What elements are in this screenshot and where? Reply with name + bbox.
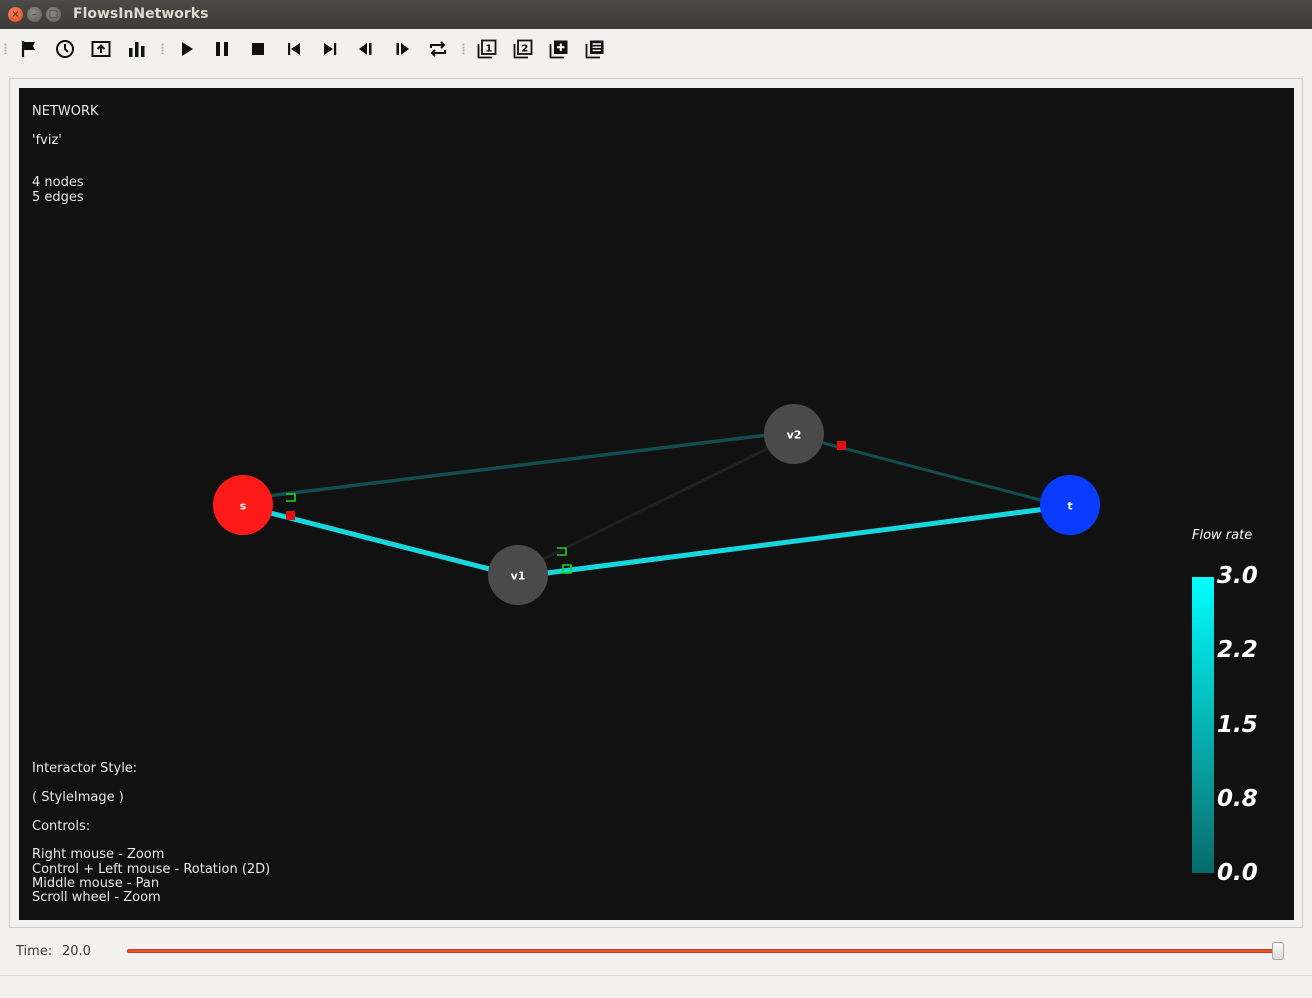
- legend-tick: 0.8: [1217, 786, 1258, 812]
- controls-label: Controls:: [32, 819, 91, 834]
- node-s-label: s: [239, 499, 247, 513]
- window-2-button[interactable]: 2: [511, 37, 535, 61]
- svg-text:2: 2: [521, 44, 528, 55]
- bar-chart-icon: [129, 42, 145, 57]
- step-forward-icon: [396, 43, 409, 55]
- add-window-icon: [549, 40, 568, 59]
- time-value: 20.0: [62, 944, 91, 959]
- node-v1-label: v1: [510, 569, 526, 583]
- play-icon: [182, 42, 193, 56]
- window-1-button[interactable]: 1: [475, 37, 499, 61]
- statistics-button[interactable]: [125, 37, 149, 61]
- legend-tick: 1.5: [1217, 712, 1258, 738]
- skip-to-start-icon: [288, 43, 300, 55]
- legend-tick: 2.2: [1217, 637, 1258, 663]
- skip-to-start-button[interactable]: [282, 37, 306, 61]
- window-2-icon: 2: [513, 39, 533, 59]
- edge-s-v1: [242, 503, 510, 577]
- play-button[interactable]: [175, 37, 199, 61]
- step-backward-icon: [359, 43, 372, 55]
- window-1-icon: 1: [477, 39, 497, 59]
- controls-item: Scroll wheel - Zoom: [32, 890, 161, 905]
- windows-list-button[interactable]: [583, 37, 607, 61]
- status-bar: [0, 975, 1312, 998]
- legend-title: Flow rate: [1192, 528, 1253, 543]
- network-viewport[interactable]: NETWORK 'fviz' 4 nodes 5 edges s v1 v2 t…: [19, 88, 1294, 920]
- pause-button[interactable]: [210, 37, 234, 61]
- legend-color-bar: [1192, 577, 1214, 873]
- repeat-button[interactable]: [426, 37, 450, 61]
- node-v2-label: v2: [786, 428, 802, 442]
- windows-list-icon: [585, 40, 604, 59]
- repeat-icon: [430, 41, 446, 57]
- node-t-label: t: [1067, 499, 1073, 513]
- legend-tick: 0.0: [1217, 860, 1258, 886]
- time-slider-thumb[interactable]: [1272, 942, 1284, 960]
- edge-v2-t: [792, 433, 1053, 505]
- interactor-value: ( StyleImage ): [32, 790, 124, 805]
- skip-to-end-icon: [324, 43, 337, 55]
- skip-to-end-button[interactable]: [318, 37, 342, 61]
- upload-icon: [91, 41, 111, 57]
- toolbar: 1 2: [0, 29, 1312, 69]
- edge-marker-red: [286, 511, 295, 520]
- toolbar-separator: [161, 43, 164, 55]
- step-forward-button[interactable]: [390, 37, 414, 61]
- toolbar-separator: [462, 43, 465, 55]
- network-graph[interactable]: [19, 88, 1294, 920]
- pause-icon: [216, 42, 228, 56]
- clock-icon: [56, 40, 74, 58]
- legend-tick: 3.0: [1217, 563, 1258, 589]
- upload-button[interactable]: [89, 37, 113, 61]
- edge-marker-red: [837, 441, 846, 450]
- svg-text:1: 1: [485, 44, 492, 55]
- step-backward-button[interactable]: [354, 37, 378, 61]
- window-title: FlowsInNetworks: [73, 6, 209, 22]
- stop-icon: [252, 43, 264, 55]
- flag-icon: [21, 41, 35, 57]
- time-slider-track[interactable]: [127, 949, 1280, 953]
- close-window-button[interactable]: ×: [8, 7, 23, 22]
- flag-button[interactable]: [17, 37, 41, 61]
- controls-item: Right mouse - Zoom: [32, 847, 165, 862]
- controls-item: Middle mouse - Pan: [32, 876, 160, 891]
- controls-item: Control + Left mouse - Rotation (2D): [32, 862, 271, 877]
- time-label: Time:: [16, 944, 53, 959]
- interactor-label: Interactor Style:: [32, 761, 138, 776]
- clock-button[interactable]: [53, 37, 77, 61]
- edge-s-v2: [242, 432, 776, 501]
- toolbar-grip[interactable]: [4, 43, 7, 55]
- maximize-window-button[interactable]: □: [46, 7, 61, 22]
- title-bar: × – □ FlowsInNetworks: [0, 0, 1312, 29]
- minimize-window-button[interactable]: –: [27, 7, 42, 22]
- time-bar: Time: 20.0: [0, 933, 1312, 971]
- add-window-button[interactable]: [547, 37, 571, 61]
- stop-button[interactable]: [246, 37, 270, 61]
- edge-v1-t: [538, 503, 1070, 577]
